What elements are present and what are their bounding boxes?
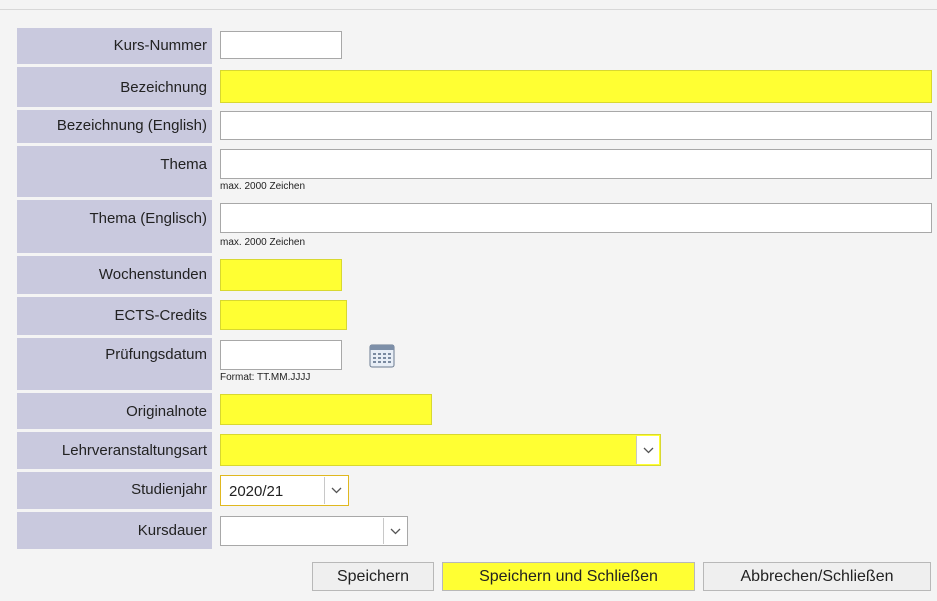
ects-credits-input[interactable] (220, 300, 347, 330)
row-originalnote: Originalnote (17, 393, 937, 429)
pruefungsdatum-input[interactable] (220, 340, 342, 370)
thema-englisch-label: Thema (Englisch) (89, 210, 207, 227)
chevron-down-icon[interactable] (324, 477, 347, 504)
kursdauer-label-cell: Kursdauer (17, 512, 212, 549)
thema-label-cell: Thema (17, 146, 212, 197)
row-thema: Thema max. 2000 Zeichen (17, 146, 937, 197)
studienjahr-select[interactable]: 2020/21 (220, 475, 349, 506)
kurs-nummer-label: Kurs-Nummer (113, 37, 207, 54)
cancel-and-close-button[interactable]: Abbrechen/Schließen (703, 562, 931, 591)
studienjahr-value: 2020/21 (229, 483, 284, 500)
pruefungsdatum-hint: Format: TT.MM.JJJJ (220, 372, 311, 383)
kursdauer-select[interactable] (220, 516, 408, 546)
lehrveranstaltungsart-label-cell: Lehrveranstaltungsart (17, 432, 212, 469)
wochenstunden-label-cell: Wochenstunden (17, 256, 212, 294)
bezeichnung-english-label-cell: Bezeichnung (English) (17, 110, 212, 143)
save-and-close-button[interactable]: Speichern und Schließen (442, 562, 695, 591)
lehrveranstaltungsart-label: Lehrveranstaltungsart (61, 442, 207, 459)
thema-hint: max. 2000 Zeichen (220, 181, 306, 192)
bezeichnung-input[interactable] (220, 70, 932, 103)
chevron-down-icon[interactable] (636, 436, 659, 464)
row-lehrveranstaltungsart: Lehrveranstaltungsart (17, 432, 937, 469)
wochenstunden-label: Wochenstunden (98, 266, 207, 283)
calendar-icon[interactable] (369, 344, 395, 368)
studienjahr-label-cell: Studienjahr (17, 472, 212, 509)
save-button[interactable]: Speichern (312, 562, 434, 591)
button-bar: Speichern Speichern und Schließen Abbrec… (17, 562, 937, 592)
originalnote-input[interactable] (220, 394, 432, 425)
bezeichnung-english-label: Bezeichnung (English) (56, 117, 207, 134)
row-ects-credits: ECTS-Credits (17, 297, 937, 335)
kurs-nummer-label-cell: Kurs-Nummer (17, 28, 212, 64)
originalnote-label-cell: Originalnote (17, 393, 212, 429)
row-wochenstunden: Wochenstunden (17, 256, 937, 294)
wochenstunden-input[interactable] (220, 259, 342, 291)
row-thema-englisch: Thema (Englisch) max. 2000 Zeichen (17, 200, 937, 253)
kursdauer-label: Kursdauer (137, 522, 207, 539)
pruefungsdatum-label: Prüfungsdatum (105, 346, 207, 363)
row-kurs-nummer: Kurs-Nummer (17, 28, 937, 64)
thema-label: Thema (160, 156, 207, 173)
top-divider (0, 9, 937, 10)
thema-englisch-label-cell: Thema (Englisch) (17, 200, 212, 253)
pruefungsdatum-label-cell: Prüfungsdatum (17, 338, 212, 390)
thema-englisch-textarea[interactable] (220, 203, 932, 233)
bezeichnung-label: Bezeichnung (120, 79, 207, 96)
originalnote-label: Originalnote (126, 403, 207, 420)
chevron-down-icon[interactable] (383, 518, 406, 544)
row-bezeichnung: Bezeichnung (17, 67, 937, 107)
studienjahr-label: Studienjahr (131, 481, 207, 498)
row-pruefungsdatum: Prüfungsdatum Format: TT.MM.JJJJ (17, 338, 937, 390)
thema-englisch-hint: max. 2000 Zeichen (220, 237, 306, 248)
thema-textarea[interactable] (220, 149, 932, 179)
kurs-nummer-input[interactable] (220, 31, 342, 59)
ects-credits-label-cell: ECTS-Credits (17, 297, 212, 335)
row-kursdauer: Kursdauer (17, 512, 937, 549)
ects-credits-label: ECTS-Credits (114, 307, 207, 324)
lehrveranstaltungsart-select[interactable] (220, 434, 661, 466)
bezeichnung-english-input[interactable] (220, 111, 932, 140)
row-bezeichnung-english: Bezeichnung (English) (17, 110, 937, 143)
bezeichnung-label-cell: Bezeichnung (17, 67, 212, 107)
row-studienjahr: Studienjahr 2020/21 (17, 472, 937, 509)
